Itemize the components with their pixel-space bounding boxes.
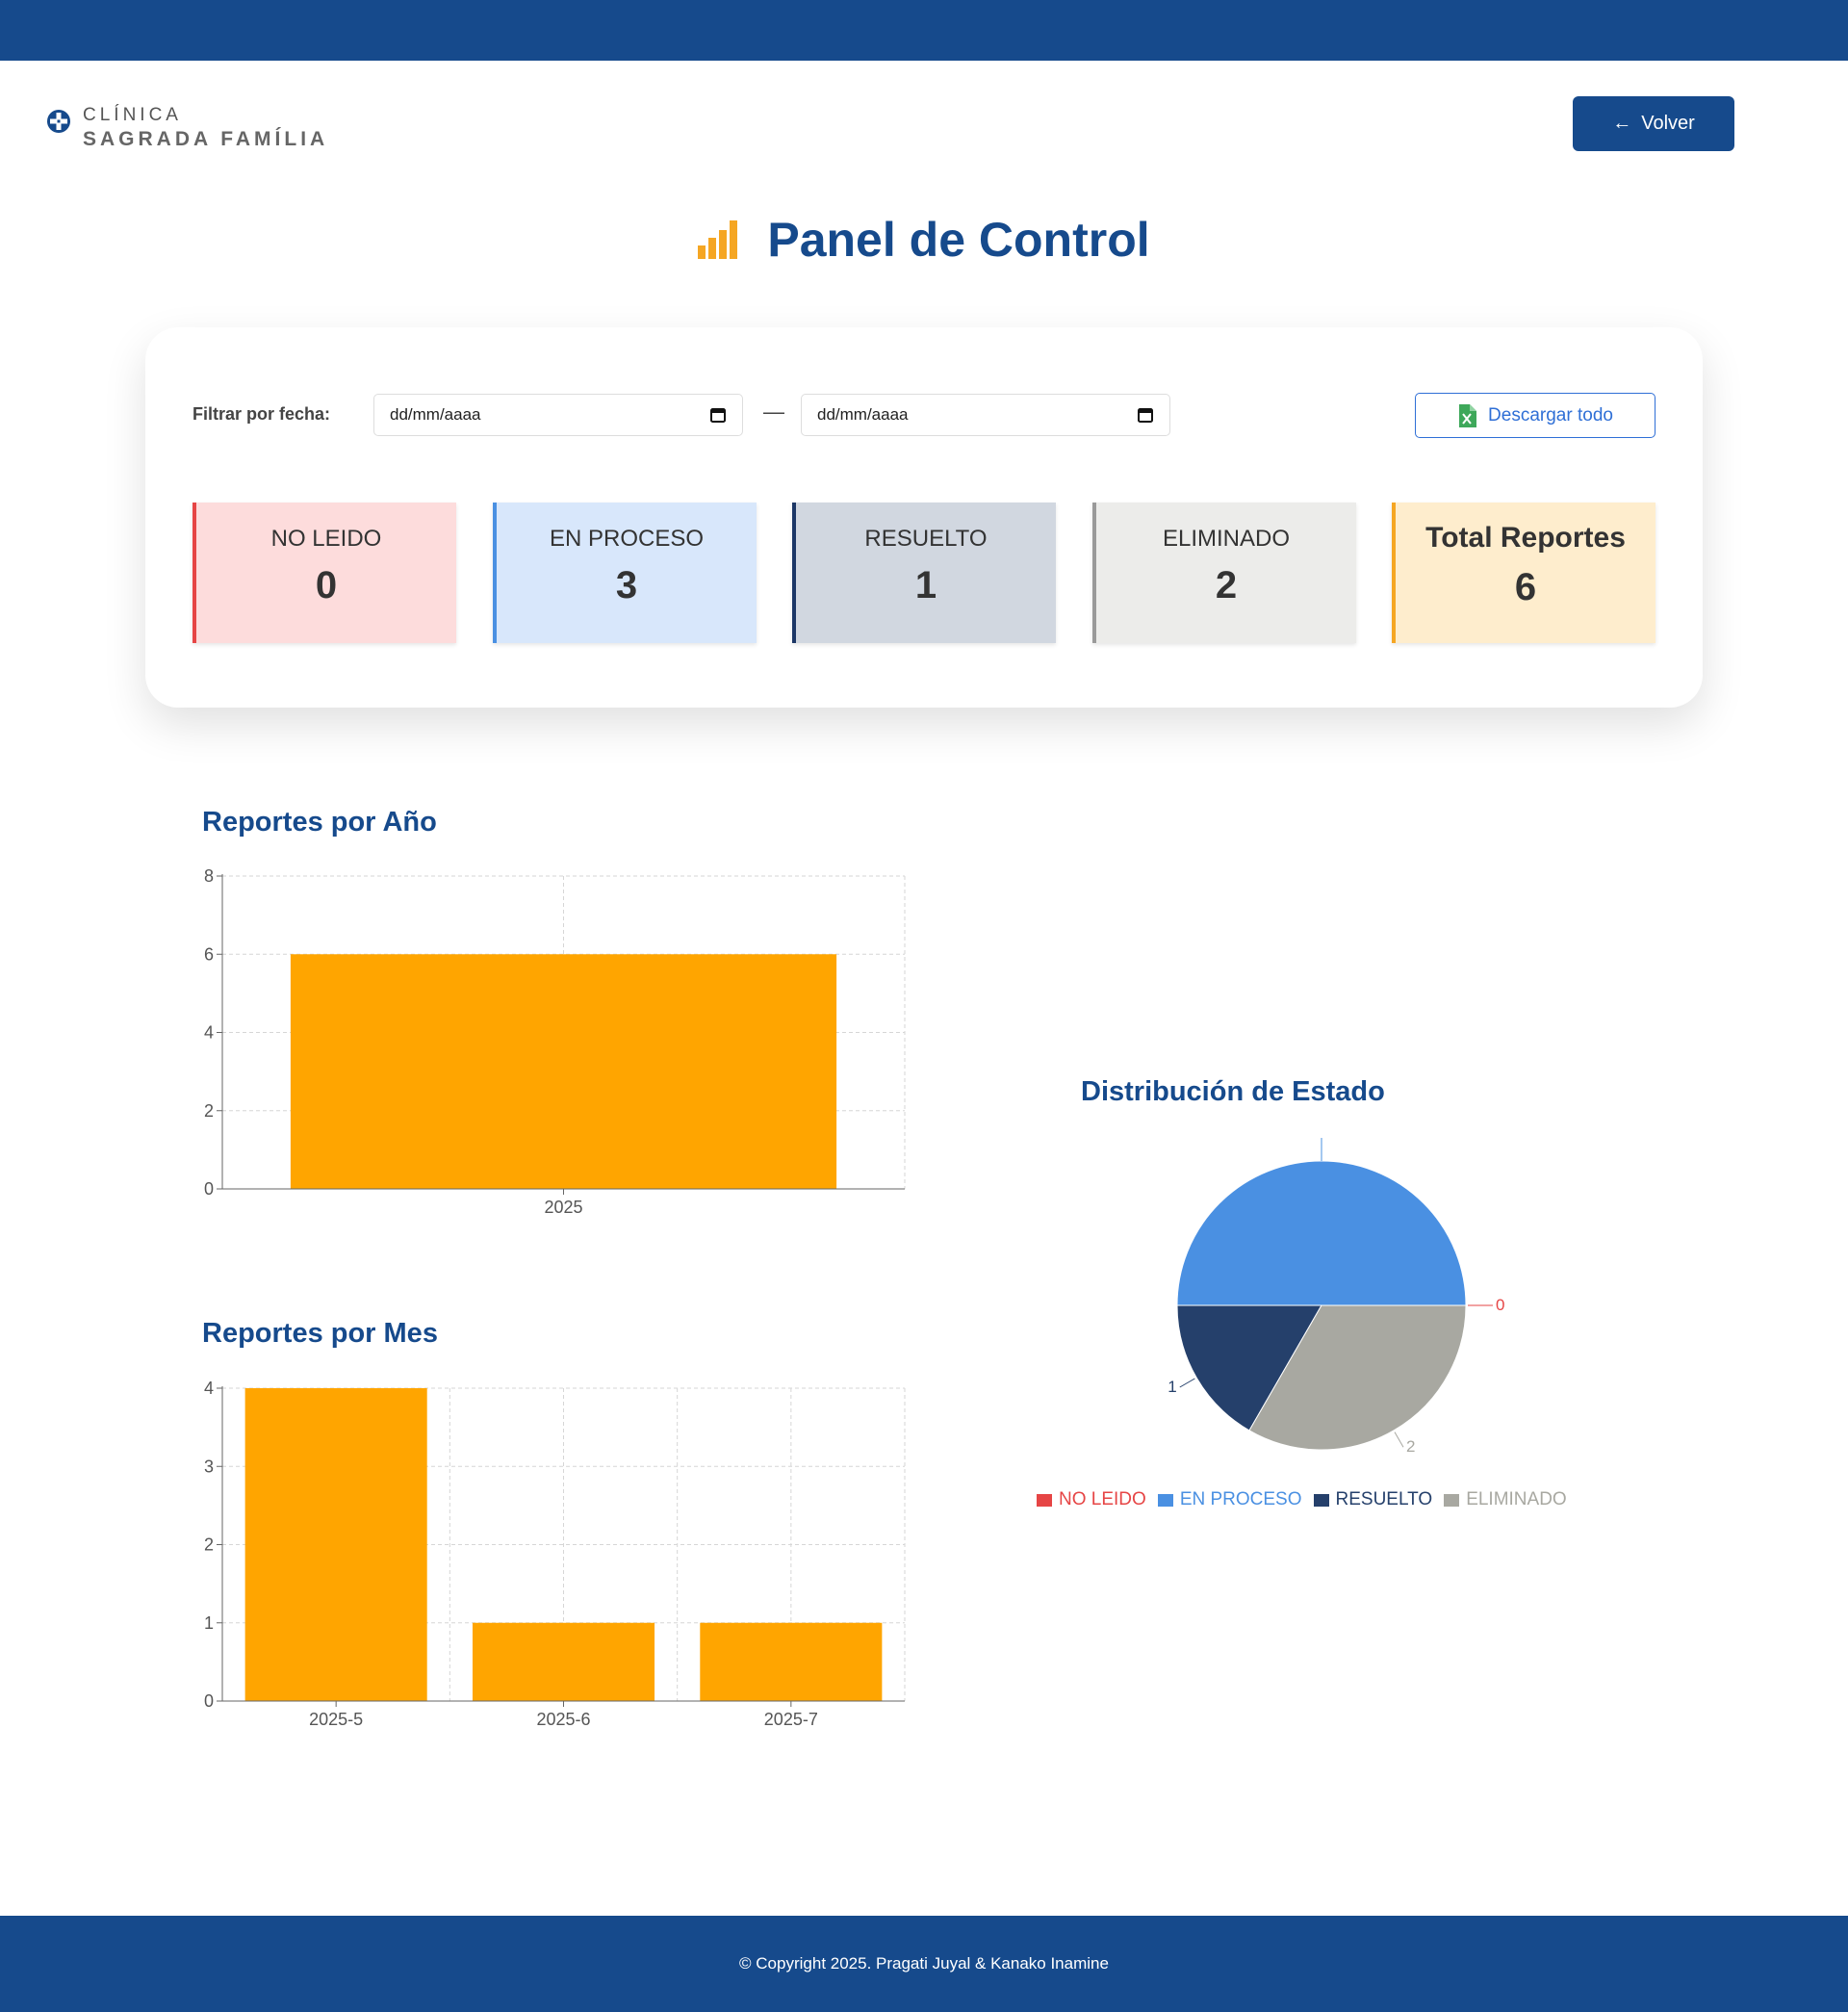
status-legend: NO LEIDO EN PROCESO RESUELTO ELIMINADO (1037, 1489, 1578, 1510)
stat-resuelto: RESUELTO 1 (792, 503, 1056, 643)
stat-eliminado: ELIMINADO 2 (1092, 503, 1356, 643)
year-chart-title: Reportes por Año (202, 807, 437, 838)
pie-label-line (1179, 1378, 1195, 1388)
legend-label: RESUELTO (1335, 1489, 1433, 1509)
date-to-value: dd/mm/aaaa (817, 405, 909, 424)
stat-label: NO LEIDO (270, 526, 382, 552)
copyright-text: © Copyright 2025. Pragati Juyal & Kanako… (739, 1954, 1109, 1973)
top-bar (0, 0, 1848, 61)
legend-label: NO LEIDO (1059, 1489, 1146, 1509)
date-from-value: dd/mm/aaaa (390, 405, 481, 424)
pie-value-label: 2 (1406, 1437, 1415, 1456)
stat-no-leido: NO LEIDO 0 (192, 503, 456, 643)
legend-swatch (1037, 1493, 1052, 1507)
stat-value: 1 (914, 564, 937, 606)
download-all-label: Descargar todo (1488, 404, 1613, 426)
summary-card: Filtrar por fecha: dd/mm/aaaa — dd/mm/aa… (145, 327, 1703, 708)
status-pie-chart: 0 1 2 (1168, 1138, 1504, 1456)
legend-swatch (1313, 1493, 1329, 1507)
date-filter-label: Filtrar por fecha: (192, 404, 331, 424)
month-bar-chart: 0 1 2 3 4 2025-5 2025-6 2025-7 (204, 1379, 906, 1729)
page-header: Panel de Control (0, 212, 1848, 268)
back-button[interactable]: ← Volver (1573, 96, 1734, 151)
x-tick-label: 2025-7 (764, 1710, 818, 1729)
back-button-label: Volver (1641, 113, 1695, 134)
stat-label: EN PROCESO (549, 526, 705, 552)
footer: © Copyright 2025. Pragati Juyal & Kanako… (0, 1916, 1848, 2012)
legend-swatch (1444, 1493, 1460, 1507)
year-bar-chart: 0 2 4 6 8 2025 (204, 866, 906, 1217)
download-all-button[interactable]: Descargar todo (1415, 393, 1656, 438)
month-chart-title: Reportes por Mes (202, 1318, 438, 1349)
y-tick-label: 2 (204, 1535, 214, 1555)
date-range-separator: — (763, 400, 784, 424)
x-tick-label: 2025-6 (536, 1710, 590, 1729)
y-tick-label: 3 (204, 1457, 214, 1476)
arrow-left-icon: ← (1612, 113, 1632, 134)
clinic-logo[interactable]: CLÍNICA SAGRADA FAMÍLIA (46, 106, 328, 149)
status-chart-title: Distribución de Estado (1081, 1076, 1385, 1107)
stat-en-proceso: EN PROCESO 3 (493, 503, 757, 643)
y-tick-label: 0 (204, 1179, 214, 1199)
pie-value-label: 1 (1168, 1378, 1176, 1396)
y-tick-label: 4 (204, 1023, 214, 1043)
date-from-input[interactable]: dd/mm/aaaa (373, 394, 743, 436)
bar[interactable] (244, 1388, 427, 1701)
legend-item[interactable]: ELIMINADO (1444, 1489, 1567, 1510)
stat-label: Total Reportes (1425, 522, 1626, 554)
y-tick-label: 4 (204, 1379, 214, 1398)
bar-chart-icon (698, 220, 738, 259)
stat-value: 3 (615, 564, 638, 606)
y-tick-label: 8 (204, 866, 214, 886)
stat-label: ELIMINADO (1162, 526, 1291, 552)
y-tick-label: 0 (204, 1691, 214, 1711)
calendar-icon (1138, 408, 1153, 423)
y-tick-label: 1 (204, 1613, 214, 1633)
x-tick-label: 2025-5 (309, 1710, 363, 1729)
legend-label: EN PROCESO (1179, 1489, 1302, 1509)
bar[interactable] (472, 1622, 655, 1701)
legend-item[interactable]: NO LEIDO (1037, 1489, 1146, 1510)
legend-label: ELIMINADO (1466, 1489, 1567, 1509)
y-tick-label: 2 (204, 1101, 214, 1121)
y-tick-label: 6 (204, 944, 214, 964)
calendar-icon (710, 408, 726, 423)
stat-value: 2 (1215, 564, 1238, 606)
legend-item[interactable]: RESUELTO (1313, 1489, 1433, 1510)
logo-line-1: CLÍNICA (83, 105, 182, 125)
x-tick-label: 2025 (544, 1198, 582, 1217)
pie-slice[interactable] (1176, 1160, 1467, 1306)
clinic-cross-icon (47, 110, 70, 133)
pie-label-line (1394, 1432, 1404, 1448)
legend-item[interactable]: EN PROCESO (1157, 1489, 1302, 1510)
bar[interactable] (290, 954, 837, 1189)
logo-line-2: SAGRADA FAMÍLIA (83, 128, 329, 150)
stat-label: RESUELTO (864, 526, 988, 552)
excel-file-icon (1459, 403, 1477, 427)
pie-value-label: 0 (1496, 1296, 1504, 1314)
stat-value: 0 (315, 564, 338, 606)
bar[interactable] (700, 1622, 883, 1701)
legend-swatch (1157, 1493, 1173, 1507)
page-title: Panel de Control (767, 213, 1150, 267)
stat-value: 6 (1514, 566, 1537, 608)
date-to-input[interactable]: dd/mm/aaaa (801, 394, 1170, 436)
stat-total-reportes: Total Reportes 6 (1392, 503, 1656, 643)
